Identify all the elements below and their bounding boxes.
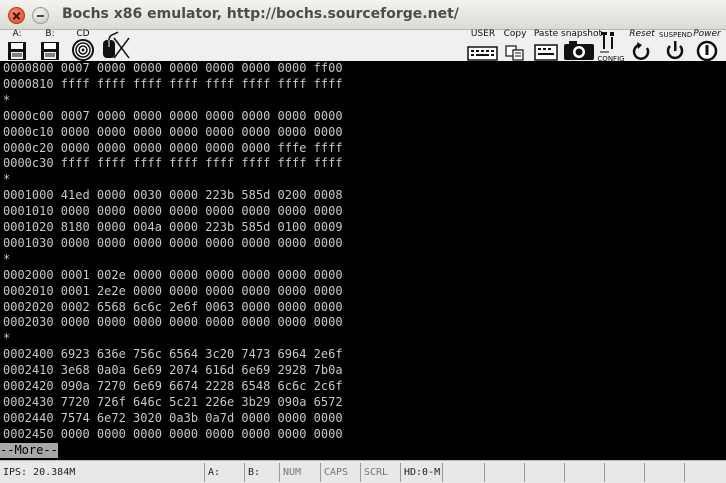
suspend-icon (666, 41, 684, 60)
floppy-icon (41, 42, 59, 60)
terminal-line: 0000c20 0000 0000 0000 0000 0000 0000 ff… (3, 140, 343, 155)
copy-button[interactable]: Copy (503, 29, 527, 61)
config-button[interactable]: CONFIG (597, 30, 625, 63)
cdrom-icon (72, 39, 94, 61)
terminal-line: * (3, 331, 11, 346)
close-window-button[interactable] (8, 7, 25, 24)
camera-icon (564, 41, 594, 60)
status-bar: IPS: 20.384M A: B: NUM CAPS SCRL HD:0-M (0, 460, 726, 483)
floppy-b-button[interactable]: B: (38, 29, 62, 61)
mouse-disabled-icon (103, 31, 130, 59)
status-cell-empty (645, 463, 685, 482)
title-bar[interactable]: Bochs x86 emulator, http://bochs.sourcef… (0, 0, 726, 30)
config-icon (600, 32, 614, 53)
terminal-line: 0002410 3e68 0a0a 6e69 2074 616d 6e69 29… (3, 363, 343, 378)
terminal-line: 0001010 0000 0000 0000 0000 0000 0000 00… (3, 204, 343, 219)
status-cell-empty (605, 463, 645, 482)
terminal-line: 0002030 0000 0000 0000 0000 0000 0000 00… (3, 315, 343, 330)
reset-label: Reset (629, 29, 655, 39)
suspend-label: SUSPEND (659, 31, 693, 39)
paste-icon (534, 44, 558, 61)
toolbar: A: B: CD USER Copy Paste snapshot CONFIG… (0, 29, 726, 63)
terminal-line: 0000810 ffff ffff ffff ffff ffff ffff ff… (3, 76, 343, 91)
terminal-line: 0002430 7720 726f 646c 5c21 226e 3b29 09… (3, 394, 343, 409)
floppy-b-indicator: B: (245, 463, 280, 482)
bochs-window: Bochs x86 emulator, http://bochs.sourcef… (0, 0, 726, 483)
terminal-line: 0002020 0002 6568 6c6c 2e6f 0063 0000 00… (3, 299, 343, 314)
terminal-line: 0000c10 0000 0000 0000 0000 0000 0000 00… (3, 124, 343, 139)
status-cell-empty (443, 463, 485, 482)
copy-icon (505, 45, 524, 61)
terminal-line: 0002420 090a 7270 6e69 6674 2228 6548 6c… (3, 379, 343, 393)
emulator-screen[interactable]: 0000800 0007 0000 0000 0000 0000 0000 00… (0, 61, 726, 460)
status-cell-empty (525, 463, 565, 482)
caps-lock-indicator: CAPS (321, 463, 361, 482)
terminal-line: 0002440 7574 6e72 3020 0a3b 0a7d 0000 00… (3, 410, 343, 425)
terminal-line: 0000c00 0007 0000 0000 0000 0000 0000 00… (3, 108, 343, 123)
terminal-line: 0002010 0001 2e2e 0000 0000 0000 0000 00… (3, 283, 343, 298)
terminal-line: * (3, 172, 11, 187)
paste-label: Paste (533, 29, 559, 39)
floppy-b-label: B: (45, 29, 55, 39)
num-lock-indicator: NUM (280, 463, 321, 482)
terminal-line: 0000800 0007 0000 0000 0000 0000 0000 00… (3, 61, 343, 75)
terminal-line: 0002450 0000 0000 0000 0000 0000 0000 00… (3, 426, 343, 441)
snapshot-label: snapshot (561, 29, 603, 39)
user-label: USER (470, 29, 496, 39)
reset-icon (632, 42, 650, 60)
copy-label: Copy (503, 29, 527, 39)
reset-button[interactable]: Reset (627, 29, 657, 61)
terminal-line: 0000c30 ffff ffff ffff ffff ffff ffff ff… (3, 156, 343, 171)
cdrom-button[interactable]: CD (70, 29, 96, 61)
scroll-lock-indicator: SCRL (361, 463, 401, 482)
status-cell-empty (685, 463, 726, 482)
terminal-line: 0001030 0000 0000 0000 0000 0000 0000 00… (3, 235, 343, 250)
power-icon (696, 40, 718, 61)
user-button[interactable]: USER (467, 29, 499, 61)
keyboard-icon (467, 46, 498, 61)
floppy-icon (8, 42, 26, 60)
ips-indicator: IPS: 20.384M (0, 463, 205, 482)
terminal-line: * (3, 251, 11, 266)
pager-prompt: --More-- (0, 442, 58, 458)
snapshot-button[interactable]: snapshot (561, 29, 603, 61)
suspend-button[interactable]: SUSPEND (659, 30, 693, 61)
status-cell-empty (485, 463, 525, 482)
power-button[interactable]: Power (690, 29, 724, 61)
terminal-line: 0001000 41ed 0000 0030 0000 223b 585d 02… (3, 188, 343, 203)
minimize-window-button[interactable] (32, 7, 49, 24)
hard-disk-indicator: HD:0-M (401, 463, 443, 482)
terminal-line: 0002000 0001 002e 0000 0000 0000 0000 00… (3, 267, 343, 282)
mouse-capture-button[interactable] (100, 30, 130, 61)
power-label: Power (693, 29, 721, 39)
status-cell-empty (565, 463, 605, 482)
floppy-a-indicator: A: (205, 463, 245, 482)
terminal-line: * (3, 92, 11, 107)
floppy-a-button[interactable]: A: (5, 29, 29, 61)
floppy-a-label: A: (12, 29, 22, 39)
window-title: Bochs x86 emulator, http://bochs.sourcef… (62, 6, 459, 22)
terminal-line: 0001020 8180 0000 004a 0000 223b 585d 01… (3, 220, 343, 234)
terminal-line: 0002400 6923 636e 756c 6564 3c20 7473 69… (3, 347, 343, 362)
paste-button[interactable]: Paste (533, 29, 559, 61)
